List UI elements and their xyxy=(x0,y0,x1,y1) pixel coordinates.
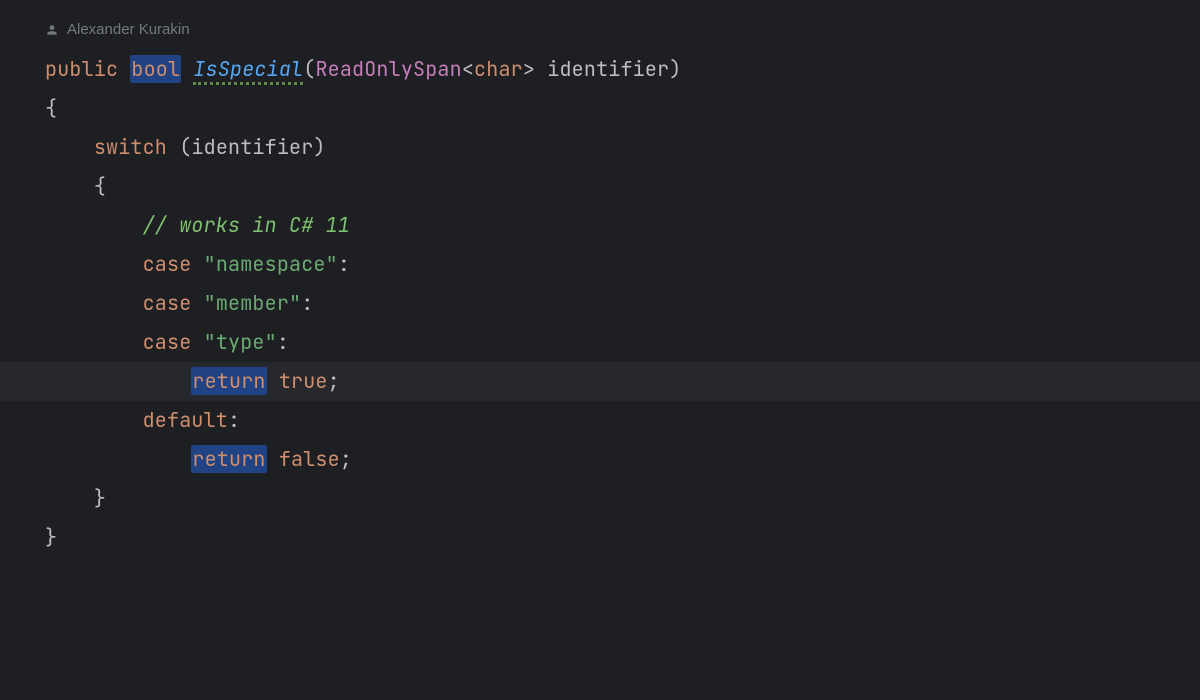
brace-close: } xyxy=(94,485,106,511)
keyword-switch: switch xyxy=(94,134,167,160)
keyword-return: return xyxy=(191,367,266,395)
colon: : xyxy=(301,290,313,316)
brace-open: { xyxy=(94,173,106,199)
paren-close: ) xyxy=(313,134,325,160)
brace-close: } xyxy=(45,524,57,550)
paren-open: ( xyxy=(303,56,315,82)
colon: : xyxy=(228,407,240,433)
switch-arg: identifier xyxy=(191,134,313,160)
type-name: ReadOnlySpan xyxy=(315,56,461,82)
code-line: } xyxy=(45,479,1200,518)
string-literal: "member" xyxy=(204,290,302,316)
brace-open: { xyxy=(45,95,57,121)
keyword-public: public xyxy=(45,56,118,82)
code-line: { xyxy=(45,167,1200,206)
code-lens-author[interactable]: Alexander Kurakin xyxy=(45,20,1200,40)
code-line: default: xyxy=(45,401,1200,440)
keyword-default: default xyxy=(143,407,228,433)
string-literal: "namespace" xyxy=(204,251,338,277)
bool-literal: true xyxy=(279,368,328,394)
semicolon: ; xyxy=(340,446,352,472)
code-line: } xyxy=(45,518,1200,557)
angle-open: < xyxy=(462,56,474,82)
code-line: public bool IsSpecial(ReadOnlySpan<char>… xyxy=(45,50,1200,89)
string-literal: "type" xyxy=(204,329,277,355)
code-line: case "member": xyxy=(45,284,1200,323)
keyword-case: case xyxy=(143,290,192,316)
param-identifier: identifier xyxy=(547,56,669,82)
code-line: { xyxy=(45,89,1200,128)
code-line: // works in C# 11 xyxy=(45,206,1200,245)
colon: : xyxy=(277,329,289,355)
method-name: IsSpecial xyxy=(193,56,303,85)
keyword-return: return xyxy=(191,445,266,473)
code-line: return false; xyxy=(45,440,1200,479)
paren-close: ) xyxy=(669,56,681,82)
code-line: case "namespace": xyxy=(45,245,1200,284)
keyword-bool: bool xyxy=(130,55,181,83)
code-line: case "type": xyxy=(45,323,1200,362)
bool-literal: false xyxy=(279,446,340,472)
code-editor[interactable]: public bool IsSpecial(ReadOnlySpan<char>… xyxy=(45,50,1200,557)
author-name: Alexander Kurakin xyxy=(67,20,190,40)
angle-close: > xyxy=(523,56,535,82)
keyword-case: case xyxy=(143,251,192,277)
code-line-highlighted: return true; xyxy=(0,362,1200,401)
semicolon: ; xyxy=(328,368,340,394)
colon: : xyxy=(338,251,350,277)
person-icon xyxy=(45,23,59,37)
code-line: switch (identifier) xyxy=(45,128,1200,167)
keyword-char: char xyxy=(474,56,523,82)
paren-open: ( xyxy=(179,134,191,160)
comment: // works in C# 11 xyxy=(143,212,350,238)
keyword-case: case xyxy=(143,329,192,355)
